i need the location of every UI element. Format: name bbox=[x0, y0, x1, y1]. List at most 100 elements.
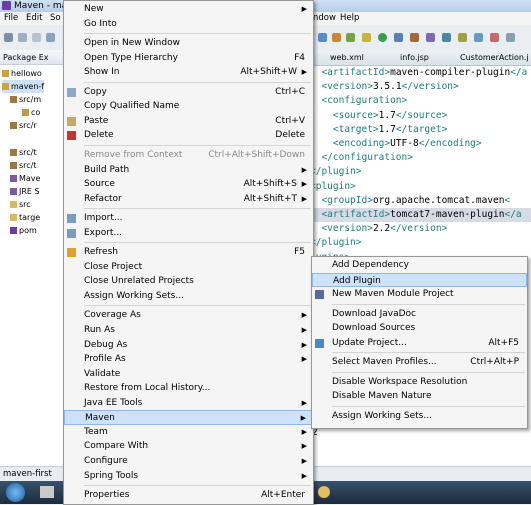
tree-item[interactable]: hellowo bbox=[2, 67, 42, 80]
context-menu: New ▶ Go Into Open in New Window Open Type H… bbox=[63, 0, 314, 505]
menu-item-delete[interactable]: Delete Delete bbox=[64, 128, 313, 143]
maven-item-update-project[interactable]: Update Project... Alt+F5 bbox=[312, 336, 527, 351]
toolbar-icon[interactable] bbox=[474, 33, 483, 42]
menu-item-coverage-as[interactable]: Coverage As ▶ bbox=[64, 308, 313, 323]
menu-item-label: Spring Tools bbox=[84, 470, 139, 481]
menu-item-open-type-hierarchy[interactable]: Open Type Hierarchy F4 bbox=[64, 51, 313, 66]
menu-item-spring-tools[interactable]: Spring Tools ▶ bbox=[64, 469, 313, 484]
toolbar-icon[interactable] bbox=[46, 33, 55, 42]
menu-item-compare-with[interactable]: Compare With ▶ bbox=[64, 439, 313, 454]
maven-item-add-dependency[interactable]: Add Dependency bbox=[312, 258, 527, 273]
menu-item-new[interactable]: New ▶ bbox=[64, 2, 313, 17]
menu-item-shortcut: Alt+Enter bbox=[261, 490, 305, 501]
menu-item-properties[interactable]: Properties Alt+Enter bbox=[64, 488, 313, 503]
menu-item-maven[interactable]: Maven ▶ bbox=[64, 410, 313, 425]
toolbar-icon[interactable] bbox=[362, 33, 371, 42]
tree-item-selected[interactable]: maven-f bbox=[2, 80, 45, 93]
tree-item[interactable]: targe bbox=[10, 211, 40, 224]
menu-item-assign-working-sets[interactable]: Assign Working Sets... bbox=[64, 289, 313, 304]
save-icon[interactable] bbox=[18, 33, 27, 42]
toolbar-icon[interactable] bbox=[506, 33, 515, 42]
menu-item-close-unrelated-projects[interactable]: Close Unrelated Projects bbox=[64, 274, 313, 289]
new-icon[interactable] bbox=[4, 33, 13, 42]
menu-help[interactable]: Help bbox=[340, 12, 359, 25]
toolbar-icon[interactable] bbox=[426, 33, 435, 42]
toolbar-icon[interactable] bbox=[458, 33, 467, 42]
tree-item[interactable]: pom bbox=[10, 224, 37, 237]
menu-item-team[interactable]: Team ▶ bbox=[64, 425, 313, 440]
code-tag: <source> bbox=[332, 109, 379, 121]
start-button[interactable] bbox=[6, 483, 25, 502]
run-icon[interactable] bbox=[378, 33, 387, 42]
tab-web-xml[interactable]: web.xml bbox=[330, 52, 364, 63]
menu-item-copy-qualified-name[interactable]: Copy Qualified Name bbox=[64, 99, 313, 114]
menu-item-configure[interactable]: Configure ▶ bbox=[64, 454, 313, 469]
menu-item-validate[interactable]: Validate bbox=[64, 367, 313, 382]
menu-item-restore-from-local-history[interactable]: Restore from Local History... bbox=[64, 381, 313, 396]
menu-item-source[interactable]: Source Alt+Shift+S ▶ bbox=[64, 177, 313, 192]
menu-item-open-in-new-window[interactable]: Open in New Window bbox=[64, 36, 313, 51]
menu-item-close-project[interactable]: Close Project bbox=[64, 260, 313, 275]
menu-item-go-into[interactable]: Go Into bbox=[64, 17, 313, 32]
menu-item-refresh[interactable]: Refresh F5 bbox=[64, 245, 313, 260]
tree-item[interactable]: JRE S bbox=[10, 185, 40, 198]
code-tag: <version> bbox=[321, 223, 373, 235]
menu-item-import[interactable]: Import... bbox=[64, 211, 313, 226]
taskbar-app-icon[interactable] bbox=[40, 486, 54, 498]
tree-item[interactable]: src bbox=[10, 198, 31, 211]
status-text: maven-first bbox=[3, 469, 52, 479]
menu-item-debug-as[interactable]: Debug As ▶ bbox=[64, 338, 313, 353]
toolbar-icon[interactable] bbox=[442, 33, 451, 42]
tree-item[interactable]: src/t bbox=[10, 159, 37, 172]
tree-item[interactable]: Mave bbox=[10, 172, 40, 185]
menu-item-label: Paste bbox=[84, 115, 109, 126]
menu-item-refactor[interactable]: Refactor Alt+Shift+T ▶ bbox=[64, 192, 313, 207]
tree-item[interactable]: src/t bbox=[10, 146, 37, 159]
tree-item[interactable]: src/r bbox=[10, 119, 37, 132]
package-explorer-tab[interactable]: Package Ex bbox=[0, 50, 63, 65]
menu-item-run-as[interactable]: Run As ▶ bbox=[64, 323, 313, 338]
maven-item-disable-workspace-resolution[interactable]: Disable Workspace Resolution bbox=[312, 375, 527, 390]
menu-item-copy[interactable]: Copy Ctrl+C bbox=[64, 85, 313, 100]
maven-item-add-plugin[interactable]: Add Plugin bbox=[312, 272, 527, 287]
maven-item-assign-working-sets[interactable]: Assign Working Sets... bbox=[312, 409, 527, 424]
toolbar-icon[interactable] bbox=[410, 33, 419, 42]
menu-source[interactable]: So bbox=[50, 12, 61, 25]
maven-item-download-javadoc[interactable]: Download JavaDoc bbox=[312, 307, 527, 322]
tree-item[interactable]: co bbox=[22, 106, 40, 119]
menu-file[interactable]: File bbox=[4, 12, 18, 25]
menu-item-build-path[interactable]: Build Path ▶ bbox=[64, 163, 313, 178]
toolbar-icon[interactable] bbox=[490, 33, 499, 42]
print-icon[interactable] bbox=[32, 33, 41, 42]
menu-edit[interactable]: Edit bbox=[26, 12, 42, 25]
toolbar-icon[interactable] bbox=[346, 33, 355, 42]
menu-item-export[interactable]: Export... bbox=[64, 226, 313, 241]
submenu-arrow-icon: ▶ bbox=[301, 194, 307, 203]
maven-item-select-maven-profiles[interactable]: Select Maven Profiles... Ctrl+Alt+P bbox=[312, 355, 527, 370]
tab-customer-action[interactable]: CustomerAction.j bbox=[460, 52, 529, 63]
maven-item-new-maven-module-project[interactable]: New Maven Module Project bbox=[312, 287, 527, 302]
menu-window[interactable]: ndow bbox=[313, 12, 336, 25]
tree-item[interactable]: src/m bbox=[10, 93, 41, 106]
menu-item-java-ee-tools[interactable]: Java EE Tools ▶ bbox=[64, 396, 313, 411]
menu-item-label: Assign Working Sets... bbox=[84, 290, 184, 301]
menu-item-show-in[interactable]: Show In Alt+Shift+W ▶ bbox=[64, 65, 313, 80]
menu-separator bbox=[332, 352, 525, 353]
submenu-arrow-icon: ▶ bbox=[301, 398, 307, 407]
toolbar-icon[interactable] bbox=[332, 33, 341, 42]
toolbar-icon[interactable] bbox=[318, 33, 327, 42]
maven-item-download-sources[interactable]: Download Sources bbox=[312, 321, 527, 336]
menu-separator bbox=[332, 405, 525, 407]
maven-item-disable-maven-nature[interactable]: Disable Maven Nature bbox=[312, 389, 527, 404]
submenu-arrow-icon: ▶ bbox=[301, 165, 307, 174]
taskbar-app-icon[interactable] bbox=[318, 486, 330, 498]
toolbar-icon[interactable] bbox=[394, 33, 403, 42]
code-tag: <version> bbox=[321, 81, 373, 93]
menu-item-paste[interactable]: Paste Ctrl+V bbox=[64, 114, 313, 129]
submenu-arrow-icon: ▶ bbox=[301, 311, 307, 320]
xml-code[interactable]: <artifactId>maven-compiler-plugin</a <ve… bbox=[310, 66, 531, 265]
menu-item-profile-as[interactable]: Profile As ▶ bbox=[64, 352, 313, 367]
tab-info-jsp[interactable]: info.jsp bbox=[400, 52, 429, 63]
code-text: 2.2 bbox=[372, 223, 391, 235]
code-tag: </version> bbox=[390, 223, 448, 235]
